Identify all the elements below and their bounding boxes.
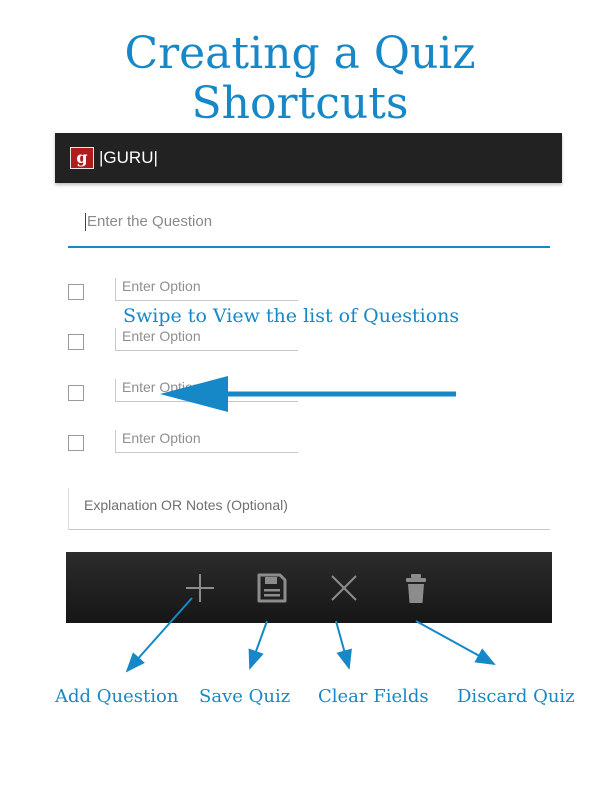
clear-fields-label: Clear Fields	[318, 686, 429, 707]
save-quiz-label: Save Quiz	[199, 686, 291, 707]
pointer-arrow-discard	[415, 620, 496, 665]
swipe-arrow	[160, 376, 456, 412]
annotation-arrows	[125, 376, 496, 673]
discard-quiz-label: Discard Quiz	[457, 686, 575, 707]
pointer-arrow-add	[125, 597, 193, 673]
pointer-arrow-save	[248, 620, 268, 670]
pointer-arrow-clear	[335, 620, 352, 670]
add-question-label: Add Question	[55, 686, 179, 707]
